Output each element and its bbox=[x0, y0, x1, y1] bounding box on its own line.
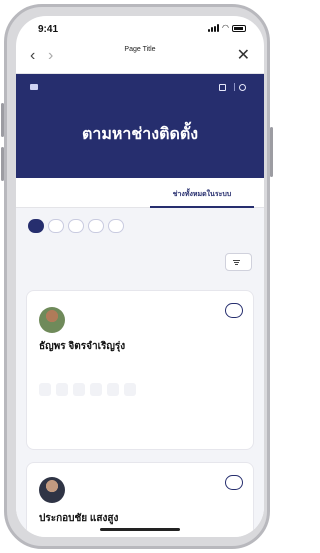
close-icon[interactable]: ✕ bbox=[237, 45, 250, 65]
sort-filter-button[interactable] bbox=[225, 253, 252, 271]
power-button bbox=[270, 127, 273, 177]
phone-screen: 9:41 ◠ ‹ › Page Title ✕ ตามหาช่างติดตั้ง… bbox=[16, 16, 264, 537]
nav-title: Page Title bbox=[124, 46, 156, 53]
brand-logo[interactable] bbox=[30, 84, 41, 90]
technician-card[interactable]: ประกอบชัย แสงสูง bbox=[26, 462, 254, 537]
skill-tag bbox=[39, 383, 51, 396]
wifi-icon: ◠ bbox=[222, 23, 229, 32]
home-indicator bbox=[100, 528, 180, 531]
tab-history[interactable] bbox=[16, 178, 140, 207]
technician-list: ธัญพร จิตรจำเริญรุ่ง ประกอบชัย แสงสูง bbox=[16, 244, 264, 537]
signal-icon bbox=[208, 24, 220, 32]
skill-tag bbox=[124, 383, 136, 396]
skill-tag bbox=[56, 383, 68, 396]
avatar bbox=[39, 477, 65, 503]
tab-all-technicians[interactable]: ช่างทั้งหมดในระบบ bbox=[140, 178, 264, 208]
link-divider bbox=[234, 83, 235, 91]
chip-all[interactable] bbox=[28, 219, 44, 233]
status-time: 9:41 bbox=[38, 24, 59, 35]
browser-nav-bar: ‹ › Page Title ✕ bbox=[16, 40, 264, 74]
volume-down-button bbox=[1, 147, 4, 181]
avatar bbox=[39, 307, 65, 333]
skill-tag bbox=[73, 383, 85, 396]
technician-card[interactable]: ธัญพร จิตรจำเริญรุ่ง bbox=[26, 290, 254, 450]
technician-name: ธัญพร จิตรจำเริญรุ่ง bbox=[39, 341, 126, 352]
tab-bar: ช่างทั้งหมดในระบบ bbox=[16, 178, 264, 208]
technician-name: ประกอบชัย แสงสูง bbox=[39, 513, 119, 524]
filter-chips bbox=[16, 208, 264, 244]
hero-header: ตามหาช่างติดตั้ง bbox=[16, 74, 264, 178]
skill-tag bbox=[90, 383, 102, 396]
page-title: ตามหาช่างติดตั้ง bbox=[81, 126, 199, 143]
brand-mark-icon bbox=[30, 84, 38, 90]
battery-icon bbox=[232, 24, 246, 32]
chip-5[interactable] bbox=[108, 219, 124, 233]
detail-button[interactable] bbox=[225, 475, 243, 490]
filter-icon bbox=[233, 259, 240, 265]
detail-button[interactable] bbox=[225, 303, 243, 318]
status-bar: 9:41 ◠ bbox=[16, 16, 264, 40]
phone-frame: 9:41 ◠ ‹ › Page Title ✕ ตามหาช่างติดตั้ง… bbox=[1, 4, 273, 549]
user-icon bbox=[239, 83, 246, 91]
chip-4[interactable] bbox=[88, 219, 104, 233]
hero-links bbox=[219, 83, 250, 91]
chip-3[interactable] bbox=[68, 219, 84, 233]
bookmark-icon bbox=[219, 83, 226, 91]
skill-tags bbox=[39, 383, 244, 396]
chip-2[interactable] bbox=[48, 219, 64, 233]
skill-tag bbox=[107, 383, 119, 396]
status-icons: ◠ bbox=[208, 24, 246, 32]
volume-up-button bbox=[1, 103, 4, 137]
